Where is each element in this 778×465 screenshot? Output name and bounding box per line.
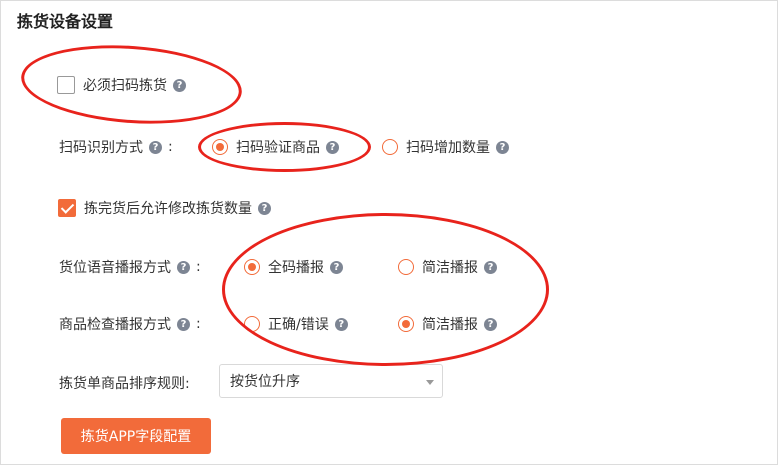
option-label: 简洁播报 xyxy=(422,317,478,333)
location-voice-option-full[interactable]: 全码播报 ? xyxy=(244,257,343,277)
allow-modify-checkbox[interactable] xyxy=(58,199,76,217)
allow-modify-row: 拣完货后允许修改拣货数量 ? xyxy=(58,198,271,218)
radio-selected[interactable] xyxy=(398,316,414,332)
scan-mode-option-add[interactable]: 扫码增加数量 ? xyxy=(382,137,509,157)
help-icon[interactable]: ? xyxy=(496,140,509,154)
radio-unselected[interactable] xyxy=(244,316,260,332)
help-icon[interactable]: ? xyxy=(177,260,190,274)
option-label: 正确/错误 xyxy=(268,317,329,333)
check-voice-row: 商品检查播报方式 ? : xyxy=(59,314,201,334)
must-scan-checkbox[interactable] xyxy=(57,76,75,94)
option-label: 简洁播报 xyxy=(422,260,478,276)
scan-mode-label: 扫码识别方式 xyxy=(59,140,143,156)
must-scan-label: 必须扫码拣货 xyxy=(83,78,167,94)
location-voice-row: 货位语音播报方式 ? : xyxy=(59,257,201,277)
section-title: 拣货设备设置 xyxy=(17,12,114,31)
help-icon[interactable]: ? xyxy=(484,317,497,331)
help-icon[interactable]: ? xyxy=(173,78,186,92)
option-label: 扫码验证商品 xyxy=(236,140,320,156)
help-icon[interactable]: ? xyxy=(258,201,271,215)
sort-rule-value: 按货位升序 xyxy=(230,374,300,390)
location-voice-label: 货位语音播报方式 xyxy=(59,260,171,276)
sort-rule-select[interactable]: 按货位升序 xyxy=(219,364,443,398)
app-field-config-button[interactable]: 拣货APP字段配置 xyxy=(61,418,211,454)
help-icon[interactable]: ? xyxy=(326,140,339,154)
must-scan-row: 必须扫码拣货 ? xyxy=(57,75,186,95)
location-voice-option-brief[interactable]: 简洁播报 ? xyxy=(398,257,497,277)
allow-modify-label: 拣完货后允许修改拣货数量 xyxy=(84,201,252,217)
check-voice-option-correct[interactable]: 正确/错误 ? xyxy=(244,314,348,334)
radio-unselected[interactable] xyxy=(398,259,414,275)
scan-mode-row: 扫码识别方式 ? : xyxy=(59,137,173,157)
option-label: 全码播报 xyxy=(268,260,324,276)
option-label: 扫码增加数量 xyxy=(406,140,490,156)
check-voice-option-brief[interactable]: 简洁播报 ? xyxy=(398,314,497,334)
help-icon[interactable]: ? xyxy=(484,260,497,274)
scan-mode-option-verify[interactable]: 扫码验证商品 ? xyxy=(212,137,339,157)
help-icon[interactable]: ? xyxy=(149,140,162,154)
sort-rule-label: 拣货单商品排序规则: xyxy=(59,376,190,392)
check-voice-label: 商品检查播报方式 xyxy=(59,317,171,333)
colon: : xyxy=(196,259,201,275)
colon: : xyxy=(168,139,173,155)
radio-unselected[interactable] xyxy=(382,139,398,155)
help-icon[interactable]: ? xyxy=(334,317,348,331)
chevron-down-icon xyxy=(426,380,434,385)
help-icon[interactable]: ? xyxy=(177,317,190,331)
radio-selected[interactable] xyxy=(244,259,260,275)
radio-selected[interactable] xyxy=(212,139,228,155)
colon: : xyxy=(196,316,201,332)
help-icon[interactable]: ? xyxy=(330,260,343,274)
